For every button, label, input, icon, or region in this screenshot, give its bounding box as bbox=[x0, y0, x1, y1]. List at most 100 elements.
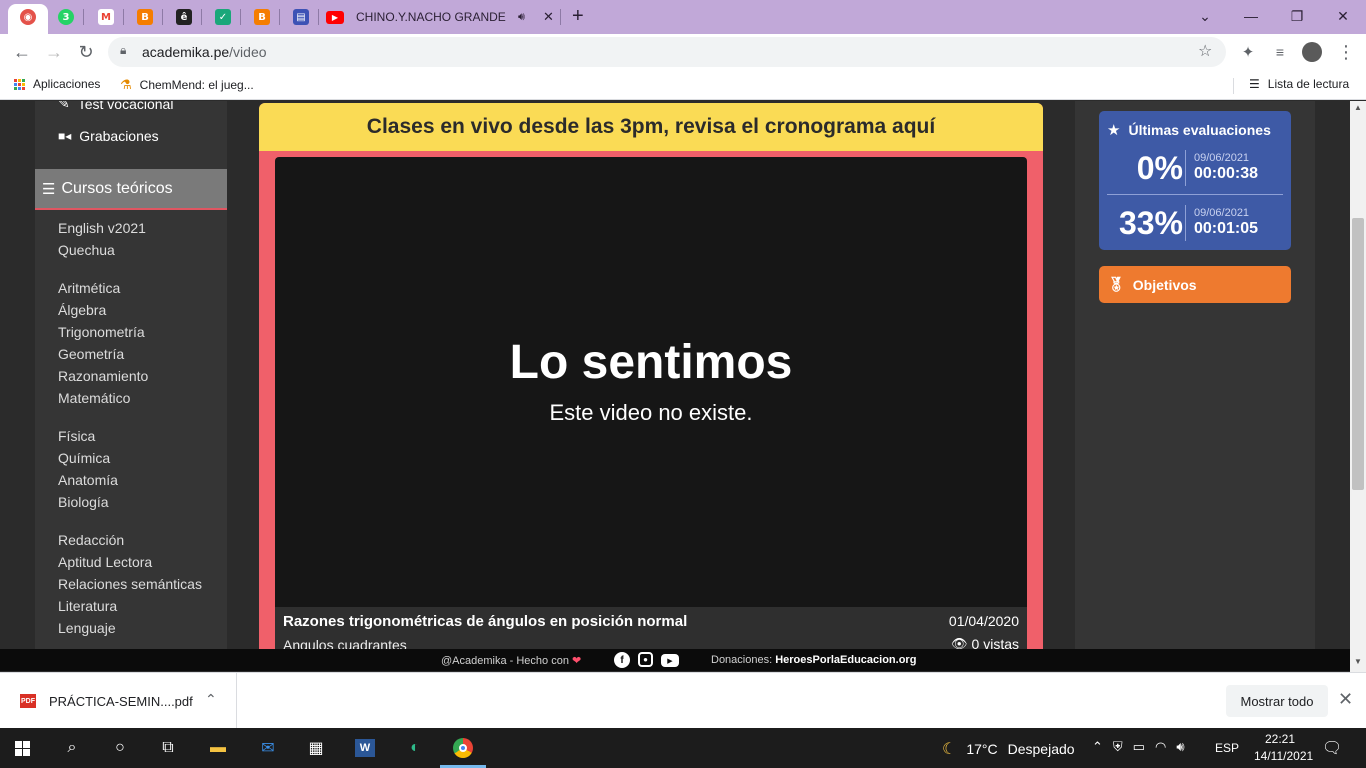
bookmark-star-icon[interactable]: ☆ bbox=[1198, 41, 1212, 61]
course-item[interactable]: Química bbox=[58, 450, 110, 466]
security-shield-icon[interactable]: ⛨ bbox=[1113, 739, 1123, 755]
restore-button[interactable]: ❐ bbox=[1274, 4, 1320, 28]
battery-icon[interactable]: ▭ bbox=[1133, 739, 1145, 755]
bookmark-chemmend[interactable]: ⚗ ChemMend: el jueg... bbox=[120, 77, 254, 93]
show-all-button[interactable]: Mostrar todo bbox=[1226, 685, 1328, 717]
objectives-button[interactable]: 🏅︎ Objetivos bbox=[1099, 266, 1291, 303]
evaluation-row[interactable]: 0% 09/06/2021 00:00:38 bbox=[1099, 146, 1291, 190]
course-item[interactable]: Anatomía bbox=[58, 472, 118, 488]
tab-separator bbox=[201, 9, 202, 25]
e-icon: ê bbox=[176, 9, 192, 25]
tab-calendar[interactable]: ▤ bbox=[289, 6, 313, 28]
store-icon[interactable]: ▦ bbox=[304, 736, 328, 760]
sidebar-item-grabaciones[interactable]: ■◂ Grabaciones bbox=[58, 128, 159, 144]
evaluation-date: 09/06/2021 bbox=[1194, 152, 1250, 164]
course-item[interactable]: Aptitud Lectora bbox=[58, 554, 152, 570]
close-window-button[interactable]: ✕ bbox=[1320, 4, 1366, 28]
task-view-icon[interactable]: ⧉ bbox=[156, 736, 180, 760]
mail-icon[interactable]: ✉ bbox=[256, 736, 280, 760]
instagram-icon[interactable]: ● bbox=[638, 652, 653, 667]
course-item[interactable]: Biología bbox=[58, 494, 109, 510]
tab-youtube[interactable]: ▶ CHINO.Y.NACHO GRANDES É 🔊︎ ✕ bbox=[326, 5, 558, 29]
course-item[interactable]: English v2021 bbox=[58, 220, 146, 236]
course-item[interactable]: Geometría bbox=[58, 346, 124, 362]
chevron-up-icon[interactable]: ⌃ bbox=[205, 691, 217, 708]
evaluations-card[interactable]: ★ Últimas evaluaciones 0% 09/06/2021 00:… bbox=[1099, 111, 1291, 250]
bookmark-apps[interactable]: Aplicaciones bbox=[14, 77, 100, 91]
chevron-up-icon[interactable]: ⌃ bbox=[1092, 739, 1103, 755]
youtube-icon[interactable]: ▶ bbox=[661, 654, 679, 667]
edge-icon[interactable]: ◐ bbox=[403, 736, 427, 760]
course-item[interactable]: Razonamiento bbox=[58, 368, 148, 384]
clock[interactable]: 22:21 14/11/2021 bbox=[1254, 731, 1313, 765]
course-item[interactable]: Aritmética bbox=[58, 280, 120, 296]
course-item[interactable]: Lenguaje bbox=[58, 620, 116, 636]
url-text: academika.pe/video bbox=[142, 44, 267, 60]
tab-blogger-2[interactable]: B bbox=[250, 6, 274, 28]
scroll-up-icon[interactable]: ▲ bbox=[1354, 103, 1362, 112]
course-item[interactable]: Literatura bbox=[58, 598, 117, 614]
cortana-icon[interactable]: ○ bbox=[108, 736, 132, 760]
tab-whatsapp[interactable]: 3 bbox=[54, 6, 78, 28]
close-tab-icon[interactable]: ✕ bbox=[543, 9, 554, 25]
reload-icon[interactable]: ↻ bbox=[72, 38, 100, 66]
live-classes-banner[interactable]: Clases en vivo desde las 3pm, revisa el … bbox=[259, 103, 1043, 151]
tab-gmail[interactable]: M bbox=[94, 6, 118, 28]
windows-start-icon[interactable] bbox=[10, 736, 34, 760]
extensions-puzzle-icon[interactable]: ✦ bbox=[1234, 38, 1262, 66]
address-bar[interactable]: 🔒︎ academika.pe/video ☆ bbox=[108, 37, 1226, 67]
course-item[interactable]: Matemático bbox=[58, 390, 130, 406]
page-scrollbar[interactable]: ▲ ▼ bbox=[1350, 101, 1366, 672]
clock-time: 22:21 bbox=[1264, 732, 1296, 746]
tab-shield[interactable]: ✓ bbox=[211, 6, 235, 28]
evaluation-row[interactable]: 33% 09/06/2021 00:01:05 bbox=[1099, 201, 1291, 245]
list-icon: ☰ bbox=[42, 180, 56, 198]
file-explorer-icon[interactable]: ▬ bbox=[206, 736, 230, 760]
chrome-icon[interactable] bbox=[451, 736, 475, 760]
tab-separator bbox=[318, 9, 319, 25]
minimize-button[interactable]: — bbox=[1228, 4, 1274, 28]
language-indicator[interactable]: ESP bbox=[1215, 741, 1239, 755]
course-item[interactable]: Relaciones semánticas bbox=[58, 576, 202, 592]
media-control-icon[interactable]: ≡ bbox=[1266, 38, 1294, 66]
course-item[interactable]: Redacción bbox=[58, 532, 124, 548]
error-subtitle: Este video no existe. bbox=[549, 400, 753, 425]
sidebar-item-test-vocacional[interactable]: ✎ Test vocacional bbox=[58, 101, 173, 112]
site-footer: @Academika - Hecho con ❤ f ● ▶ Donacione… bbox=[0, 649, 1350, 671]
weather-widget[interactable]: ☾ 17°C Despejado bbox=[942, 739, 1075, 759]
volume-icon[interactable]: 🔊︎ bbox=[1176, 739, 1184, 755]
course-item[interactable]: Trigonometría bbox=[58, 324, 145, 340]
tab-separator bbox=[123, 9, 124, 25]
tab-search-chevron-icon[interactable]: ⌄ bbox=[1182, 4, 1228, 28]
word-icon[interactable]: W bbox=[353, 736, 377, 760]
scrollbar-thumb[interactable] bbox=[1352, 218, 1364, 490]
forward-arrow-icon[interactable]: → bbox=[40, 38, 68, 66]
tab-blogger[interactable]: B bbox=[133, 6, 157, 28]
donations-label: Donaciones: bbox=[711, 654, 773, 666]
footer-credit-text: @Academika - Hecho con bbox=[441, 655, 569, 667]
evaluation-separator bbox=[1107, 194, 1283, 195]
donations-link[interactable]: HeroesPorlaEducacion.org bbox=[775, 654, 916, 666]
reading-list[interactable]: ☰ Lista de lectura bbox=[1249, 77, 1349, 91]
download-item[interactable]: PDF PRÁCTICA-SEMIN....pdf ⌃ bbox=[0, 673, 237, 728]
new-tab-plus-icon[interactable]: + bbox=[572, 5, 584, 28]
video-info-bar: Razones trigonométricas de ángulos en po… bbox=[275, 607, 1027, 649]
notification-icon[interactable]: 🗨︎ bbox=[1322, 738, 1342, 758]
cursos-teoricos-header[interactable]: ☰ Cursos teóricos bbox=[35, 169, 227, 210]
course-item[interactable]: Álgebra bbox=[58, 302, 106, 318]
evaluation-divider bbox=[1185, 150, 1186, 186]
scroll-down-icon[interactable]: ▼ bbox=[1354, 657, 1362, 666]
wifi-icon[interactable]: ◠ bbox=[1155, 739, 1166, 755]
close-download-bar-icon[interactable]: ✕ bbox=[1338, 689, 1353, 710]
video-player[interactable]: Lo sentimos Este video no existe. bbox=[275, 157, 1027, 607]
profile-avatar[interactable] bbox=[1302, 42, 1322, 62]
youtube-icon: ▶ bbox=[326, 10, 344, 24]
back-arrow-icon[interactable]: ← bbox=[8, 38, 36, 66]
tab-academika[interactable]: ◉ bbox=[16, 6, 40, 28]
course-item[interactable]: Quechua bbox=[58, 242, 115, 258]
search-icon[interactable]: ⌕ bbox=[60, 736, 84, 760]
course-item[interactable]: Física bbox=[58, 428, 95, 444]
facebook-icon[interactable]: f bbox=[614, 652, 630, 668]
tab-e[interactable]: ê bbox=[172, 6, 196, 28]
more-menu-icon[interactable]: ⋮ bbox=[1332, 38, 1360, 66]
